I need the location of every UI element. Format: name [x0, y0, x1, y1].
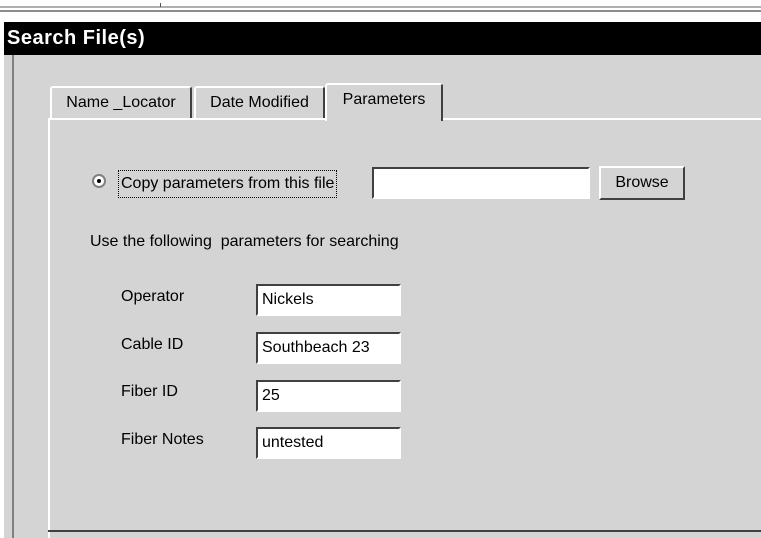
dialog-left-edge	[12, 55, 14, 538]
copy-parameters-label[interactable]: Copy parameters from this file	[118, 170, 338, 198]
operator-label: Operator	[121, 288, 185, 305]
copy-parameters-file-input[interactable]	[372, 167, 590, 199]
browse-button[interactable]: Browse	[599, 166, 685, 200]
border-tick	[160, 3, 161, 7]
panel-bottom-edge	[48, 530, 761, 532]
window-title: Search File(s)	[4, 22, 761, 55]
fiber-notes-field[interactable]	[256, 427, 401, 459]
fiber-id-field[interactable]	[256, 380, 401, 412]
tab-name-locator[interactable]: Name _Locator	[50, 86, 192, 118]
tab-parameters[interactable]: Parameters	[325, 83, 443, 121]
border-line	[0, 10, 761, 12]
window-top-border	[0, 0, 761, 21]
border-line	[0, 6, 761, 8]
radio-selected-dot	[97, 179, 101, 183]
fiber-notes-label: Fiber Notes	[121, 431, 204, 448]
cable-id-field[interactable]	[256, 332, 401, 364]
operator-field[interactable]	[256, 284, 401, 316]
cable-id-label: Cable ID	[121, 336, 184, 353]
copy-parameters-radio[interactable]	[92, 174, 106, 188]
fiber-id-label: Fiber ID	[121, 383, 178, 400]
tab-date-modified[interactable]: Date Modified	[194, 86, 325, 118]
parameters-section-label: Use the following parameters for searchi…	[90, 233, 399, 250]
